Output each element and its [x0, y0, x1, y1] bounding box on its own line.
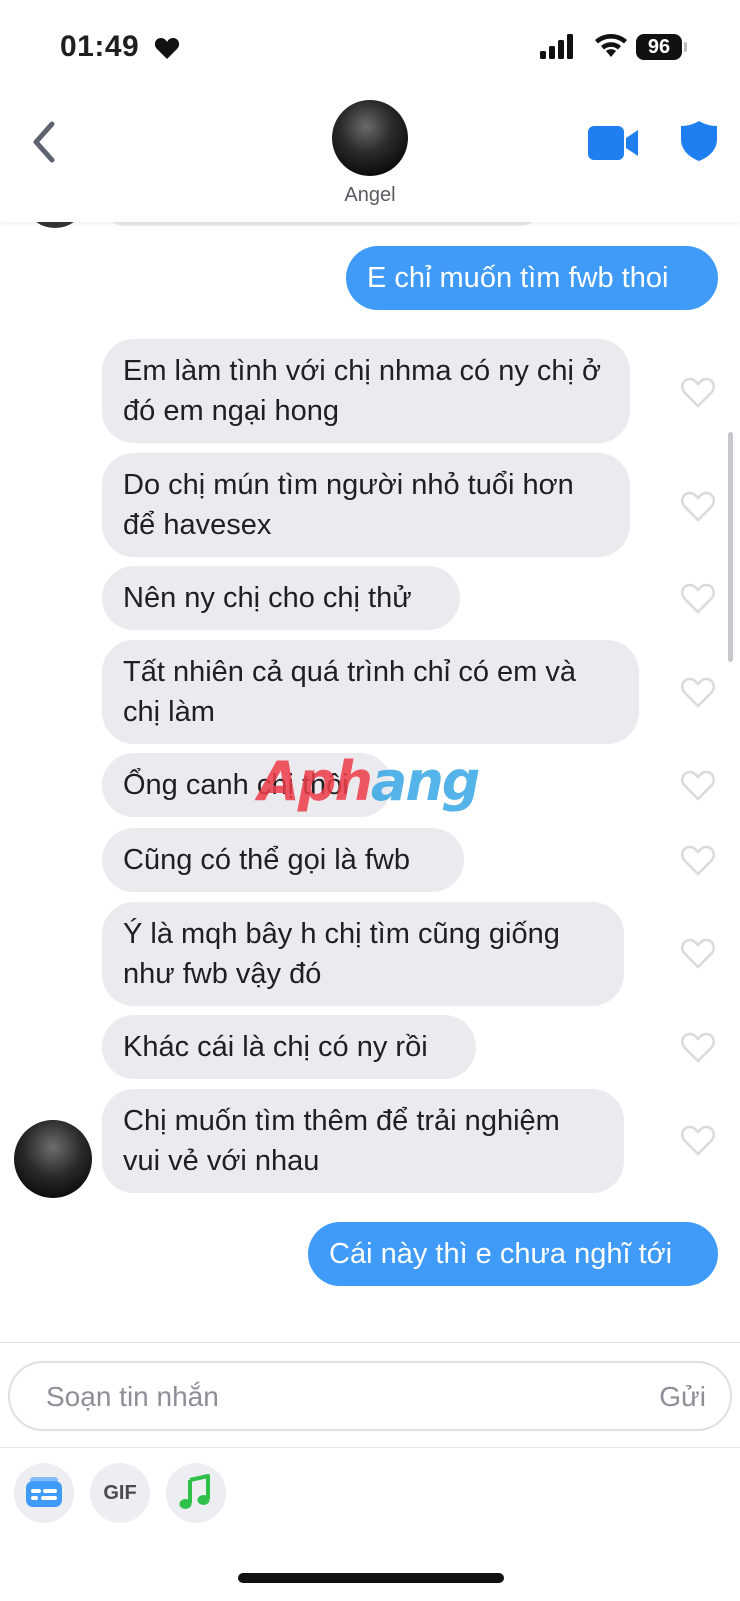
message-bubble-received[interactable]: Khác cái là chị có ny rồi — [102, 1015, 476, 1079]
send-button[interactable]: Gửi — [659, 1381, 706, 1413]
message-bubble-received[interactable]: Cũng có thể gọi là fwb — [102, 828, 464, 892]
status-bar: 01:49 96 — [0, 0, 740, 96]
message-bubble-partial — [102, 222, 542, 226]
like-heart-icon[interactable] — [680, 489, 716, 523]
contact-name[interactable]: Angel — [0, 184, 740, 207]
message-bubble-received[interactable]: Em làm tình với chị nhma có ny chị ở đó … — [102, 339, 630, 443]
heart-icon — [154, 38, 180, 59]
avatar — [30, 222, 80, 228]
message-bubble-received[interactable]: Do chị mún tìm người nhỏ tuổi hơn để hav… — [102, 453, 630, 557]
chat-header: Angel — [0, 96, 740, 222]
contact-avatar[interactable] — [332, 100, 408, 176]
like-heart-icon[interactable] — [680, 936, 716, 970]
music-button[interactable] — [166, 1463, 226, 1523]
video-call-icon[interactable] — [588, 126, 640, 160]
like-heart-icon[interactable] — [680, 375, 716, 409]
divider — [0, 1447, 740, 1448]
avatar[interactable] — [14, 1120, 92, 1198]
watermark: Aphang — [258, 750, 480, 813]
scrollbar[interactable] — [728, 432, 733, 662]
message-bubble-sent[interactable]: E chỉ muốn tìm fwb thoi — [346, 246, 718, 310]
wifi-icon — [595, 34, 627, 57]
like-heart-icon[interactable] — [680, 1123, 716, 1157]
composer: Soạn tin nhắn Gửi GIF — [0, 1342, 740, 1601]
shield-icon[interactable] — [680, 120, 718, 162]
message-bubble-received[interactable]: Tất nhiên cả quá trình chỉ có em và chị … — [102, 640, 639, 744]
message-bubble-received[interactable]: Nên ny chị cho chị thử — [102, 566, 460, 630]
like-heart-icon[interactable] — [680, 768, 716, 802]
like-heart-icon[interactable] — [680, 1030, 716, 1064]
message-bubble-sent[interactable]: Cái này thì e chưa nghĩ tới — [308, 1222, 718, 1286]
like-heart-icon[interactable] — [680, 581, 716, 615]
back-chevron-icon[interactable] — [26, 118, 66, 166]
message-bubble-received[interactable]: Ý là mqh bây h chị tìm cũng giống như fw… — [102, 902, 624, 1006]
like-heart-icon[interactable] — [680, 843, 716, 877]
home-indicator[interactable] — [238, 1573, 504, 1583]
message-placeholder: Soạn tin nhắn — [46, 1381, 219, 1412]
like-heart-icon[interactable] — [680, 675, 716, 709]
battery-tip — [684, 42, 687, 52]
gif-button[interactable]: GIF — [90, 1463, 150, 1523]
message-bubble-received[interactable]: Chị muốn tìm thêm để trải nghiệm vui vẻ … — [102, 1089, 624, 1193]
message-list[interactable]: E chỉ muốn tìm fwb thoi Em làm tình với … — [0, 222, 740, 1342]
message-input[interactable]: Soạn tin nhắn Gửi — [8, 1361, 732, 1431]
card-icon — [26, 1477, 62, 1507]
battery-icon: 96 — [636, 34, 682, 60]
signal-icon — [540, 34, 573, 59]
status-time: 01:49 — [60, 30, 140, 63]
music-icon — [179, 1474, 210, 1509]
card-button[interactable] — [14, 1463, 74, 1523]
